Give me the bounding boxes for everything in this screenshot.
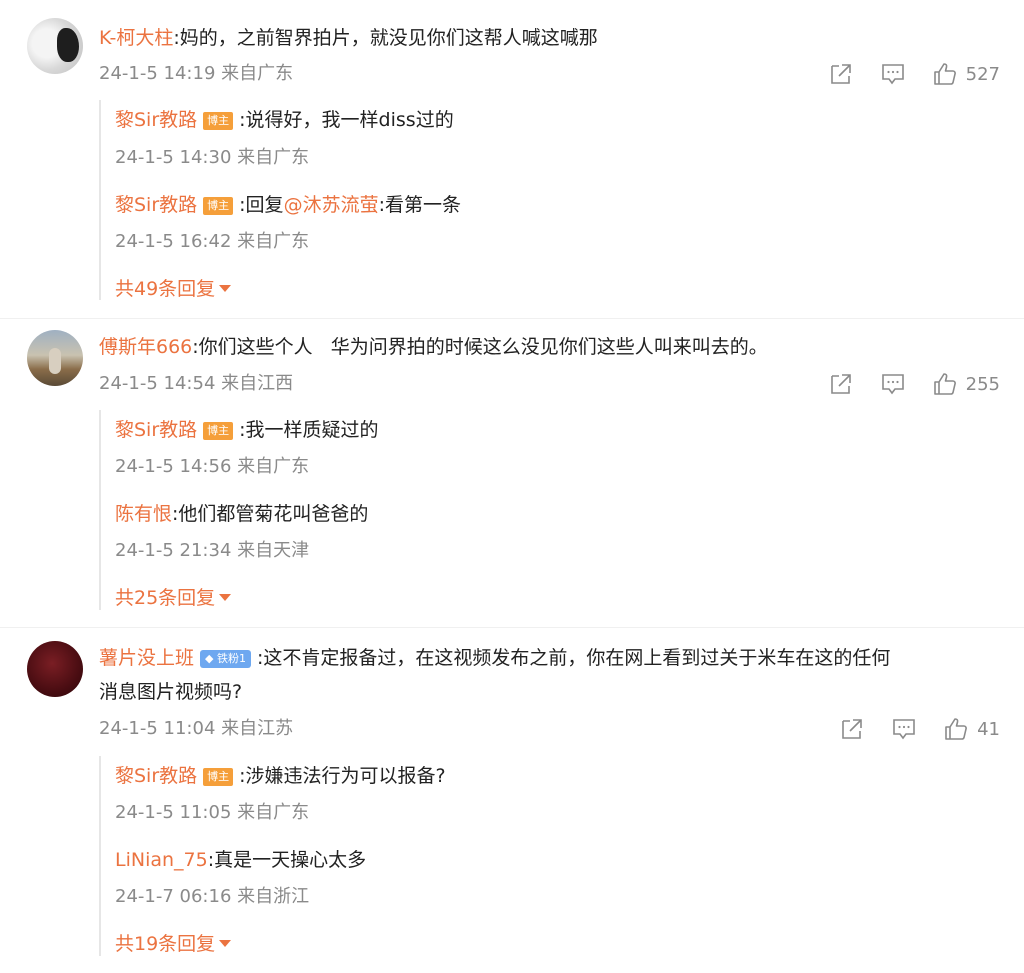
reply-mention[interactable]: @沐苏流萤	[284, 194, 379, 216]
reply-item: LiNian_75:真是一天操心太多	[115, 846, 366, 874]
reply-item: 黎Sir教路 博主 :说得好，我一样diss过的	[115, 106, 454, 134]
comment-actions: 527	[802, 61, 1000, 87]
share-icon[interactable]	[828, 61, 854, 87]
comment-meta: 24-1-5 14:19 来自广东	[99, 63, 294, 84]
reply-username[interactable]: 黎Sir教路	[115, 419, 197, 441]
like-count: 41	[977, 718, 1000, 740]
chevron-down-icon	[219, 594, 232, 601]
reply-username[interactable]: LiNian_75	[115, 849, 208, 871]
comment-icon[interactable]	[880, 371, 906, 397]
comment-username[interactable]: 傅斯年666	[99, 336, 192, 358]
comment-text: 傅斯年666:你们这些个人 华为问界拍的时候这么没见你们这些人叫来叫去的。	[99, 333, 999, 361]
reply-body: :看第一条	[378, 194, 461, 216]
reply-meta: 24-1-5 21:34 来自天津	[115, 540, 310, 561]
fan-badge-label: 铁粉1	[216, 652, 246, 665]
blogger-badge: 博主	[203, 112, 234, 130]
reply-meta: 24-1-5 16:42 来自广东	[115, 231, 310, 252]
reply-thread	[99, 410, 116, 610]
blogger-badge: 博主	[203, 768, 234, 786]
more-replies-link[interactable]: 共19条回复	[115, 930, 232, 958]
more-replies-label: 共19条回复	[115, 933, 216, 955]
avatar[interactable]	[27, 641, 83, 697]
reply-body: :说得好，我一样diss过的	[239, 109, 454, 131]
more-replies-link[interactable]: 共49条回复	[115, 275, 232, 303]
blogger-badge: 博主	[203, 197, 234, 215]
thumbs-up-icon[interactable]	[932, 371, 958, 397]
comment-actions: 255	[802, 371, 1000, 397]
reply-body: :真是一天操心太多	[207, 849, 367, 871]
comment-username[interactable]: K-柯大柱	[99, 27, 173, 49]
comment-icon[interactable]	[880, 61, 906, 87]
reply-username[interactable]: 黎Sir教路	[115, 109, 197, 131]
reply-item: 黎Sir教路 博主 :回复@沐苏流萤:看第一条	[115, 191, 461, 219]
reply-meta: 24-1-7 06:16 来自浙江	[115, 886, 310, 907]
comment-username[interactable]: 薯片没上班	[99, 647, 194, 669]
comment-text: K-柯大柱:妈的，之前智界拍片，就没见你们这帮人喊这喊那	[99, 24, 999, 52]
chevron-down-icon	[219, 285, 232, 292]
reply-meta: 24-1-5 14:30 来自广东	[115, 147, 310, 168]
comment-body: :妈的，之前智界拍片，就没见你们这帮人喊这喊那	[173, 27, 598, 49]
like-count: 255	[965, 373, 1000, 395]
reply-meta: 24-1-5 11:05 来自广东	[115, 802, 310, 823]
thumbs-up-icon[interactable]	[943, 716, 969, 742]
comment-item: K-柯大柱:妈的，之前智界拍片，就没见你们这帮人喊这喊那 24-1-5 14:1…	[0, 0, 1024, 310]
comment-body: :你们这些个人 华为问界拍的时候这么没见你们这些人叫来叫去的。	[192, 336, 768, 358]
avatar[interactable]	[27, 330, 83, 386]
reply-thread	[99, 756, 116, 956]
share-icon[interactable]	[839, 716, 865, 742]
blogger-badge: 博主	[203, 422, 234, 440]
comment-icon[interactable]	[891, 716, 917, 742]
thumbs-up-icon[interactable]	[932, 61, 958, 87]
reply-item: 黎Sir教路 博主 :涉嫌违法行为可以报备?	[115, 762, 446, 790]
comment-text-continued: 消息图片视频吗?	[99, 681, 243, 703]
like-count: 527	[965, 63, 1000, 85]
avatar[interactable]	[27, 18, 83, 74]
comment-body: :这不肯定报备过，在这视频发布之前，你在网上看到过关于米车在这的任何	[256, 647, 891, 669]
reply-username[interactable]: 陈有恨	[115, 503, 172, 525]
more-replies-label: 共25条回复	[115, 587, 216, 609]
fan-badge: ◆ 铁粉1	[200, 650, 251, 668]
reply-meta: 24-1-5 14:56 来自广东	[115, 456, 310, 477]
comment-meta: 24-1-5 14:54 来自江西	[99, 373, 294, 394]
chevron-down-icon	[219, 940, 232, 947]
reply-username[interactable]: 黎Sir教路	[115, 194, 197, 216]
reply-body: :我一样质疑过的	[239, 419, 379, 441]
divider	[0, 627, 1024, 628]
reply-body: :涉嫌违法行为可以报备?	[239, 765, 446, 787]
reply-item: 陈有恨:他们都管菊花叫爸爸的	[115, 500, 368, 528]
comment-actions: 41	[813, 716, 1000, 742]
share-icon[interactable]	[828, 371, 854, 397]
more-replies-link[interactable]: 共25条回复	[115, 584, 232, 612]
reply-prefix: :回复	[239, 194, 284, 216]
more-replies-label: 共49条回复	[115, 278, 216, 300]
reply-username[interactable]: 黎Sir教路	[115, 765, 197, 787]
comment-text: 薯片没上班 ◆ 铁粉1 :这不肯定报备过，在这视频发布之前，你在网上看到过关于米车在…	[99, 644, 999, 672]
divider	[0, 318, 1024, 319]
reply-thread	[99, 100, 116, 300]
reply-item: 黎Sir教路 博主 :我一样质疑过的	[115, 416, 379, 444]
comment-meta: 24-1-5 11:04 来自江苏	[99, 718, 294, 739]
reply-body: :他们都管菊花叫爸爸的	[172, 503, 369, 525]
